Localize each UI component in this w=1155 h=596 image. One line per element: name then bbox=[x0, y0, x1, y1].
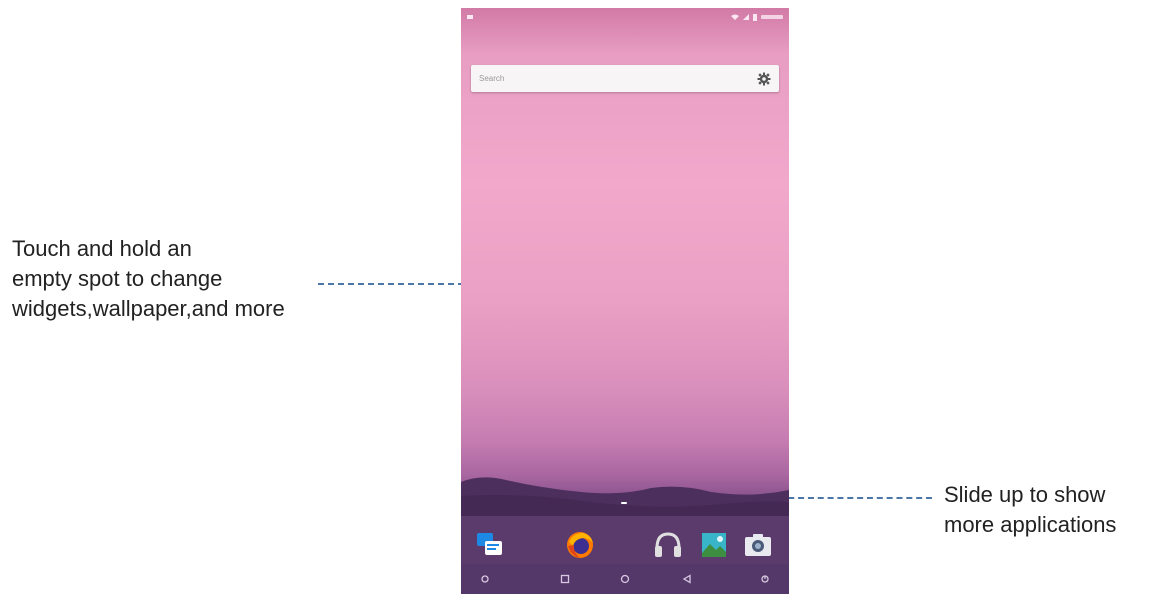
app-dock bbox=[461, 516, 789, 564]
nav-left-icon[interactable] bbox=[477, 571, 493, 587]
callout-slide-up: Slide up to show more applications bbox=[944, 480, 1154, 540]
callout-line: Slide up to show bbox=[944, 482, 1106, 507]
manual-page: Touch and hold an empty spot to change w… bbox=[0, 0, 1155, 596]
callout-line: empty spot to change bbox=[12, 266, 223, 291]
callout-change-widgets: Touch and hold an empty spot to change w… bbox=[12, 234, 332, 324]
callout-line: Touch and hold an bbox=[12, 236, 192, 261]
square-icon[interactable] bbox=[557, 571, 573, 587]
notification-icon bbox=[467, 13, 475, 22]
signal-icon bbox=[743, 14, 749, 20]
clock-icon bbox=[761, 15, 783, 19]
navigation-bar bbox=[461, 564, 789, 594]
camera-icon[interactable] bbox=[743, 530, 773, 560]
circle-icon[interactable] bbox=[617, 571, 633, 587]
search-bar[interactable]: Search bbox=[471, 65, 779, 92]
battery-icon bbox=[753, 13, 757, 21]
nav-right-icon[interactable] bbox=[757, 571, 773, 587]
gear-icon[interactable] bbox=[757, 72, 771, 86]
home-screen[interactable]: Search bbox=[461, 8, 789, 594]
messages-icon[interactable] bbox=[475, 530, 505, 560]
back-triangle-icon[interactable] bbox=[679, 571, 695, 587]
gallery-icon[interactable] bbox=[699, 530, 729, 560]
callout-line: more applications bbox=[944, 512, 1117, 537]
wifi-icon bbox=[731, 14, 739, 20]
page-indicator bbox=[621, 502, 627, 504]
status-icons bbox=[731, 13, 783, 21]
search-placeholder: Search bbox=[479, 74, 505, 83]
firefox-icon[interactable] bbox=[565, 530, 595, 560]
headphones-icon[interactable] bbox=[653, 530, 683, 560]
callout-line: widgets,wallpaper,and more bbox=[12, 296, 285, 321]
status-bar bbox=[461, 8, 789, 26]
